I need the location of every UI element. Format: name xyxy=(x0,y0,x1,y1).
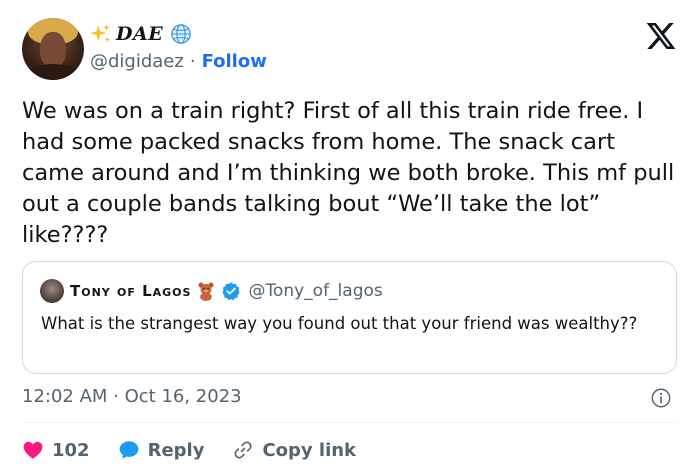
quote-author-handle[interactable]: @Tony_of_lagos xyxy=(248,281,382,301)
quoted-tweet[interactable]: Tony of Lagos @Tony_of_lagos What is the… xyxy=(22,261,677,374)
tweet-timestamp[interactable]: 12:02 AM · Oct 16, 2023 xyxy=(22,386,242,407)
quote-text: What is the strangest way you found out … xyxy=(41,314,638,333)
author-name-row[interactable]: DAE xyxy=(90,22,192,46)
sparkles-icon xyxy=(90,23,111,43)
quote-author-row: Tony of Lagos @Tony_of_lagos xyxy=(70,279,383,303)
speech-bubble-icon xyxy=(119,441,138,459)
x-logo-icon[interactable] xyxy=(644,20,678,52)
link-icon xyxy=(234,441,252,459)
quote-author-avatar[interactable] xyxy=(40,279,64,303)
info-icon[interactable] xyxy=(650,387,672,409)
author-avatar[interactable] xyxy=(22,18,84,80)
handle-separator: · xyxy=(189,51,196,72)
globe-icon xyxy=(171,24,192,44)
verified-badge-icon xyxy=(222,282,241,301)
author-handle-row: @digidaez · Follow xyxy=(90,51,267,72)
action-bar: 102 Reply Copy link xyxy=(22,436,384,464)
quote-author-display-name[interactable]: Tony of Lagos xyxy=(70,282,191,300)
follow-button[interactable]: Follow xyxy=(202,51,267,72)
like-button[interactable]: 102 xyxy=(22,439,90,461)
tweet-header: DAE @digidaez · Follow xyxy=(22,16,682,80)
author-handle[interactable]: @digidaez xyxy=(90,51,184,72)
copy-link-label: Copy link xyxy=(262,439,357,461)
reply-label: Reply xyxy=(147,439,205,461)
like-count: 102 xyxy=(52,439,90,461)
heart-icon xyxy=(23,441,43,459)
teddy-bear-icon xyxy=(198,282,214,301)
author-display-name[interactable]: DAE xyxy=(116,23,163,45)
reply-button[interactable]: Reply xyxy=(118,439,205,461)
divider xyxy=(22,422,677,423)
copy-link-button[interactable]: Copy link xyxy=(232,439,356,461)
tweet-text: We was on a train right? First of all th… xyxy=(22,98,675,248)
